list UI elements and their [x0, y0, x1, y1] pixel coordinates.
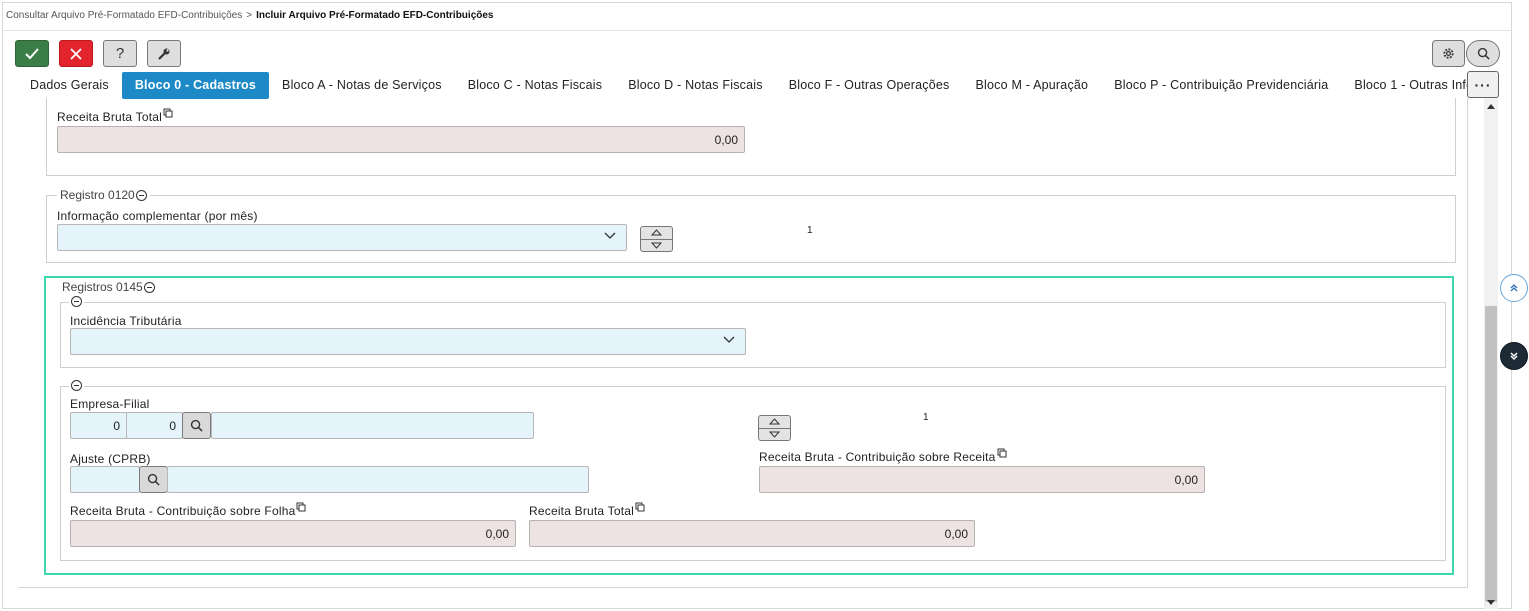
- global-search-button[interactable]: [1466, 40, 1500, 67]
- form-content: Receita Bruta Total 0,00 Registro 0120 I…: [18, 98, 1484, 596]
- chevron-down-icon: [604, 232, 616, 239]
- cancel-button[interactable]: [59, 40, 93, 67]
- help-button[interactable]: ?: [103, 40, 137, 67]
- search-icon: [147, 473, 160, 486]
- registros-0145-fieldset: Registros 0145 Incidência Tributária Emp…: [44, 276, 1454, 575]
- detalhe-legend: [69, 380, 84, 391]
- info-complementar-select[interactable]: [57, 224, 627, 251]
- double-chevron-down-icon: [1510, 352, 1518, 361]
- rb-contrib-receita-field: 0,00: [759, 466, 1205, 493]
- tab-bloco-d[interactable]: Bloco D - Notas Fiscais: [615, 72, 776, 99]
- empresa-filial-description: [211, 412, 534, 439]
- rb-total-label: Receita Bruta Total: [529, 502, 645, 518]
- registro-0120-counter: 1: [807, 225, 813, 236]
- registro-0120-fieldset: Registro 0120 Informação complementar (p…: [46, 188, 1456, 263]
- breadcrumb: Consultar Arquivo Pré-Formatado EFD-Cont…: [6, 10, 494, 21]
- registro-0120-order-stepper[interactable]: [640, 226, 673, 252]
- registro-0120-legend: Registro 0120: [57, 188, 150, 202]
- copy-icon: [163, 108, 173, 118]
- copy-icon: [635, 502, 645, 512]
- help-label: ?: [115, 45, 125, 62]
- scroll-to-bottom-button[interactable]: [1500, 342, 1528, 370]
- triangle-up-icon: [769, 418, 780, 425]
- form-panel: Receita Bruta Total 0,00 Registro 0120 I…: [18, 98, 1468, 588]
- chevron-down-icon: [723, 336, 735, 343]
- rb-contrib-receita-label: Receita Bruta - Contribuição sobre Recei…: [759, 448, 1007, 464]
- collapse-detalhe-icon[interactable]: [71, 380, 82, 391]
- breadcrumb-parent-link[interactable]: Consultar Arquivo Pré-Formatado EFD-Cont…: [6, 10, 242, 21]
- collapse-registros-0145-icon[interactable]: [143, 281, 155, 293]
- copy-icon: [296, 502, 306, 512]
- confirm-button[interactable]: [15, 40, 49, 67]
- double-chevron-up-icon: [1510, 284, 1518, 292]
- header-divider: [2, 30, 1512, 31]
- incidencia-label: Incidência Tributária: [70, 314, 182, 328]
- filial-input[interactable]: 0: [126, 412, 183, 439]
- empresa-filial-search-button[interactable]: [182, 412, 211, 439]
- scrollbar-thumb[interactable]: [1485, 306, 1497, 602]
- triangle-up-icon: [1487, 103, 1495, 109]
- wrench-icon: [158, 48, 170, 60]
- more-tabs-button[interactable]: ···: [1467, 71, 1499, 98]
- tab-bloco-p[interactable]: Bloco P - Contribuição Previdenciária: [1101, 72, 1341, 99]
- tab-bloco-1[interactable]: Bloco 1 - Outras Informações: [1341, 72, 1467, 99]
- search-icon: [190, 419, 203, 432]
- registros-0145-legend: Registros 0145: [59, 280, 158, 294]
- collapse-registro-0120-icon[interactable]: [135, 189, 147, 201]
- receita-bruta-total-field: 0,00: [57, 126, 745, 153]
- incidencia-fieldset: Incidência Tributária: [60, 296, 1446, 368]
- ajuste-cprb-label: Ajuste (CPRB): [70, 452, 151, 466]
- tab-bar: Dados Gerais Bloco 0 - Cadastros Bloco A -…: [17, 72, 1467, 99]
- tab-bloco-f[interactable]: Bloco F - Outras Operações: [776, 72, 963, 99]
- close-icon: [70, 47, 82, 60]
- rb-contrib-folha-field: 0,00: [70, 520, 516, 547]
- scroll-to-top-button[interactable]: [1500, 274, 1528, 302]
- ajuste-cprb-description: [167, 466, 589, 493]
- tab-bloco-a[interactable]: Bloco A - Notas de Serviços: [269, 72, 455, 99]
- tab-bloco-c[interactable]: Bloco C - Notas Fiscais: [455, 72, 616, 99]
- collapse-incidencia-icon[interactable]: [71, 296, 82, 307]
- ajuste-cprb-input[interactable]: [70, 466, 140, 493]
- gear-icon: [1443, 48, 1454, 59]
- more-label: ···: [1474, 76, 1492, 93]
- tab-bloco-0[interactable]: Bloco 0 - Cadastros: [121, 72, 270, 99]
- tools-button[interactable]: [147, 40, 181, 67]
- scroll-up-arrow[interactable]: [1484, 100, 1498, 112]
- breadcrumb-separator: >: [246, 10, 253, 21]
- registros-0145-order-stepper[interactable]: [758, 415, 791, 441]
- triangle-up-icon: [651, 229, 662, 236]
- incidencia-legend: [69, 296, 84, 307]
- registros-0145-counter: 1: [923, 412, 929, 423]
- ajuste-cprb-search-button[interactable]: [139, 466, 168, 493]
- search-icon: [1477, 47, 1490, 60]
- vertical-scrollbar[interactable]: [1484, 98, 1498, 609]
- check-icon: [25, 47, 39, 59]
- section-previous: Receita Bruta Total 0,00: [46, 98, 1456, 176]
- incidencia-select[interactable]: [70, 328, 746, 355]
- detalhe-fieldset: Empresa-Filial 0 0 1 Ajuste (CPRB) Recei…: [60, 380, 1446, 561]
- triangle-down-icon: [651, 242, 662, 249]
- empresa-filial-label: Empresa-Filial: [70, 397, 150, 411]
- settings-button[interactable]: [1432, 40, 1465, 67]
- triangle-down-icon: [769, 431, 780, 438]
- info-complementar-label: Informação complementar (por mês): [57, 209, 258, 223]
- triangle-down-icon: [1487, 599, 1495, 605]
- copy-icon: [997, 448, 1007, 458]
- tab-dados-gerais[interactable]: Dados Gerais: [17, 72, 122, 99]
- rb-total-field: 0,00: [529, 520, 975, 547]
- receita-bruta-total-label: Receita Bruta Total: [57, 108, 173, 124]
- rb-contrib-folha-label: Receita Bruta - Contribuição sobre Folha: [70, 502, 306, 518]
- scroll-down-arrow[interactable]: [1484, 596, 1498, 608]
- tab-bloco-m[interactable]: Bloco M - Apuração: [963, 72, 1102, 99]
- empresa-input[interactable]: 0: [70, 412, 127, 439]
- breadcrumb-current: Incluir Arquivo Pré-Formatado EFD-Contri…: [256, 10, 494, 21]
